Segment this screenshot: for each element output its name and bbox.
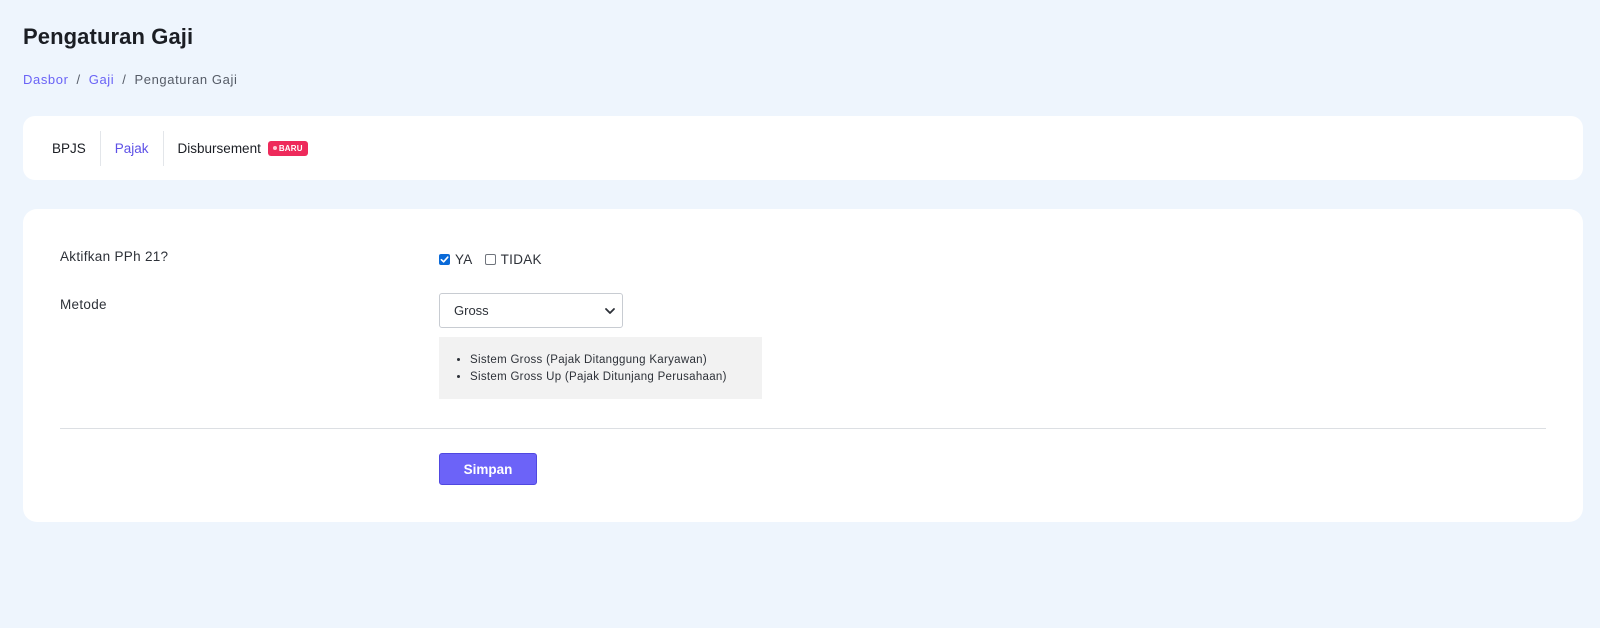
- tab-label: Pajak: [114, 140, 149, 156]
- pph21-yes-label: YA: [455, 252, 473, 267]
- pph21-options: YA TIDAK: [439, 252, 554, 267]
- method-label: Metode: [60, 297, 107, 312]
- badge-dot-icon: [272, 146, 277, 150]
- tab-bpjs[interactable]: BPJS: [38, 130, 101, 166]
- new-badge: BARU: [267, 140, 308, 156]
- tab-pajak[interactable]: Pajak: [101, 130, 164, 166]
- check-icon: [440, 256, 449, 263]
- badge-label: BARU: [278, 143, 303, 153]
- list-item: Sistem Gross (Pajak Ditanggung Karyawan): [470, 352, 762, 369]
- chevron-down-icon: [605, 308, 615, 314]
- method-notes-list: Sistem Gross (Pajak Ditanggung Karyawan)…: [470, 352, 762, 386]
- tax-settings-form: Aktifkan PPh 21? YA TIDAK Metode Gross S…: [23, 209, 1583, 522]
- breadcrumb-current: Pengaturan Gaji: [134, 72, 238, 87]
- breadcrumb-separator: /: [76, 72, 81, 87]
- method-select[interactable]: Gross: [439, 293, 623, 328]
- tab-label: BPJS: [52, 140, 86, 156]
- breadcrumb-separator: /: [122, 72, 127, 87]
- tab-label: Disbursement: [177, 140, 261, 156]
- save-button[interactable]: Simpan: [439, 453, 537, 485]
- method-selected-value: Gross: [454, 303, 489, 318]
- breadcrumb-gaji-link[interactable]: Gaji: [89, 72, 115, 87]
- tab-disbursement[interactable]: Disbursement BARU: [164, 131, 322, 166]
- pph21-no-label: TIDAK: [500, 252, 542, 267]
- method-info-box: Sistem Gross (Pajak Ditanggung Karyawan)…: [439, 337, 762, 399]
- settings-tabs: BPJS Pajak Disbursement BARU: [23, 116, 1583, 180]
- breadcrumb: Dasbor / Gaji / Pengaturan Gaji: [23, 72, 237, 87]
- list-item: Sistem Gross Up (Pajak Ditunjang Perusah…: [470, 369, 762, 386]
- pph21-no-checkbox[interactable]: TIDAK: [484, 252, 542, 267]
- page-title: Pengaturan Gaji: [23, 24, 194, 49]
- form-divider: [60, 428, 1546, 429]
- pph21-label: Aktifkan PPh 21?: [60, 249, 169, 264]
- checkbox-checked[interactable]: [439, 254, 450, 265]
- breadcrumb-dasbor-link[interactable]: Dasbor: [23, 72, 69, 87]
- checkbox-unchecked[interactable]: [484, 254, 496, 265]
- pph21-yes-checkbox[interactable]: YA: [439, 252, 473, 267]
